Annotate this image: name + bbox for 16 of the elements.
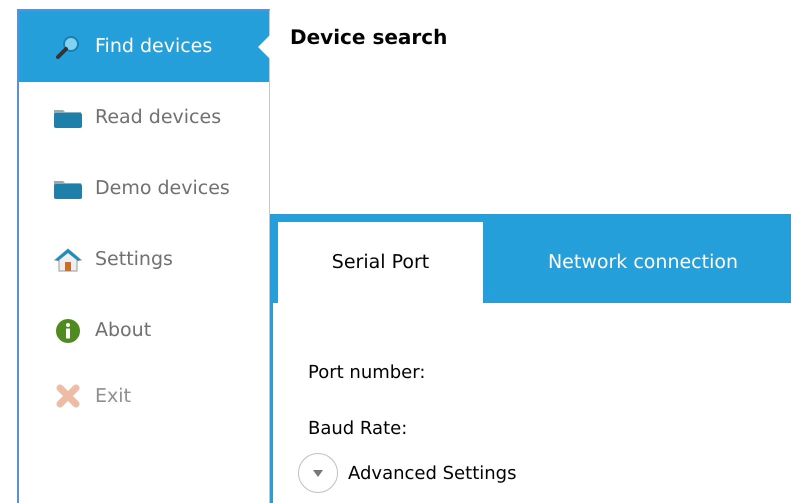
sidebar-item[interactable]: Demo devices: [19, 153, 269, 224]
sidebar-item[interactable]: Settings: [19, 224, 269, 295]
tab[interactable]: Serial Port: [278, 222, 483, 303]
close-icon: [55, 383, 81, 409]
page-title: Device search: [289, 24, 448, 51]
search-icon: [55, 34, 81, 60]
field-label: Port number:: [308, 361, 426, 385]
caret-icon: [313, 470, 323, 476]
field-label: Baud Rate:: [308, 417, 408, 441]
info-icon: [55, 318, 81, 344]
expander-button[interactable]: [298, 453, 338, 493]
advanced-settings-label: Advanced Settings: [348, 462, 516, 486]
sidebar-item[interactable]: Read devices: [19, 82, 269, 153]
house-icon: [54, 248, 82, 272]
sidebar-item[interactable]: Find devices: [19, 11, 269, 82]
sidebar-item[interactable]: About: [19, 295, 269, 366]
